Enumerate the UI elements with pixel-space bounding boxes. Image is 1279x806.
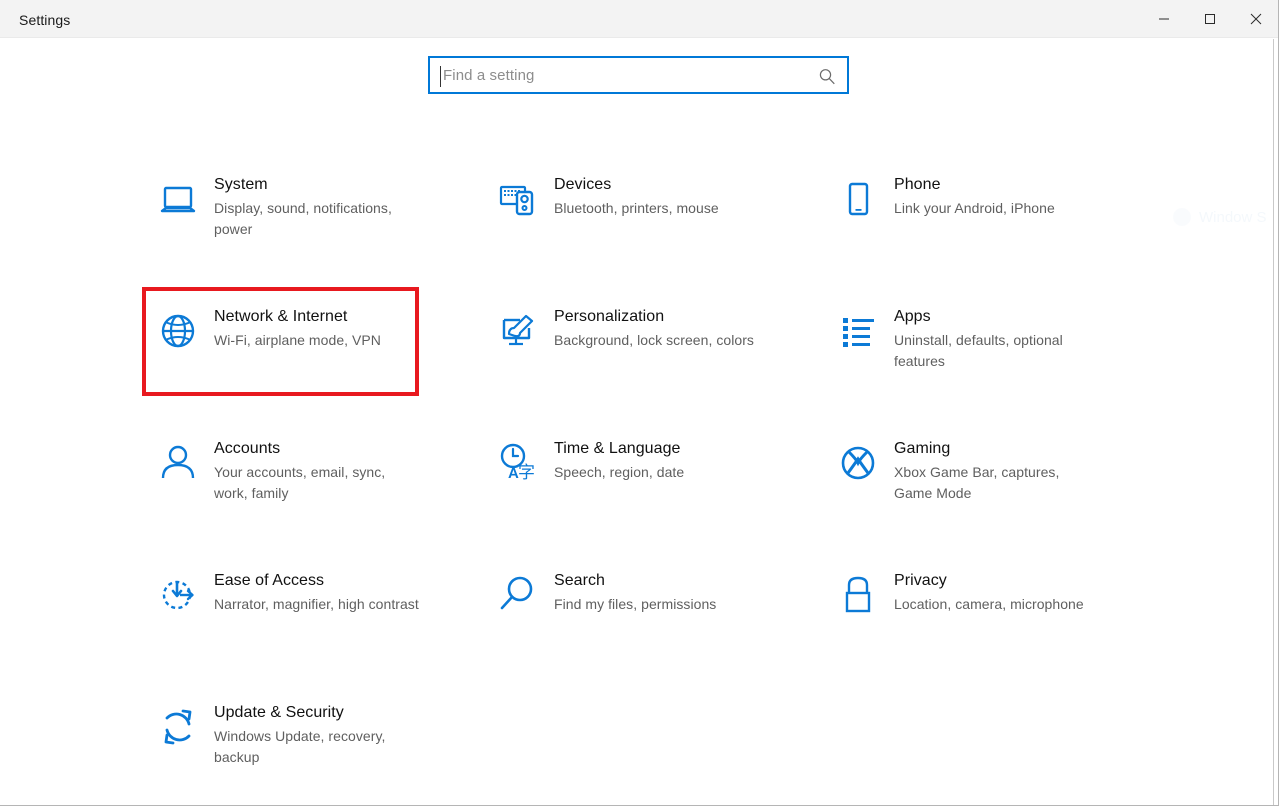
close-icon	[1250, 13, 1262, 25]
tile-text: Devices Bluetooth, printers, mouse	[554, 172, 719, 219]
settings-row: System Display, sound, notifications, po…	[142, 160, 1202, 292]
tile-title: Time & Language	[554, 440, 681, 457]
tile-title: Accounts	[214, 440, 281, 457]
tile-subtitle: Location, camera, microphone	[894, 596, 1084, 612]
ease-of-access-icon	[142, 568, 214, 626]
tile-title: Devices	[554, 176, 612, 193]
tile-title: Network & Internet	[214, 308, 348, 325]
window-scrollbar[interactable]	[1273, 39, 1278, 805]
watermark-text: Window S	[1199, 208, 1267, 226]
tile-subtitle: Link your Android, iPhone	[894, 200, 1055, 216]
tile-subtitle: Wi-Fi, airplane mode, VPN	[214, 332, 381, 348]
settings-row: Network & Internet Wi-Fi, airplane mode,…	[142, 292, 1202, 424]
search-icon[interactable]	[818, 68, 836, 86]
tile-subtitle: Speech, region, date	[554, 464, 685, 480]
tile-subtitle: Narrator, magnifier, high contrast	[214, 596, 419, 612]
search-container[interactable]: Find a setting	[428, 56, 849, 94]
minimize-icon	[1158, 13, 1170, 25]
magnifier-icon	[482, 568, 554, 626]
text-caret	[440, 66, 441, 87]
tile-title: System	[214, 176, 268, 193]
keyboard-mouse-icon	[482, 172, 554, 230]
maximize-icon	[1204, 13, 1216, 25]
settings-window: Settings Find a setting System Display, …	[0, 0, 1279, 806]
tile-text: Network & Internet Wi-Fi, airplane mode,…	[214, 304, 381, 351]
tile-title: Update & Security	[214, 704, 344, 721]
window-controls	[1141, 0, 1278, 38]
window-title: Settings	[19, 12, 71, 28]
tile-text: System Display, sound, notifications, po…	[214, 172, 419, 240]
tile-subtitle: Bluetooth, printers, mouse	[554, 200, 719, 216]
settings-row: Update & Security Windows Update, recove…	[142, 688, 1202, 805]
search-input[interactable]: Find a setting	[428, 56, 849, 94]
tile-time-language[interactable]: A 字 Time & Language Speech, region, date	[482, 424, 822, 556]
tile-title: Ease of Access	[214, 572, 325, 589]
tile-text: Accounts Your accounts, email, sync, wor…	[214, 436, 419, 504]
tile-text: Gaming Xbox Game Bar, captures, Game Mod…	[894, 436, 1099, 504]
tile-title: Privacy	[894, 572, 947, 589]
tile-title: Search	[554, 572, 605, 589]
tile-privacy[interactable]: Privacy Location, camera, microphone	[822, 556, 1162, 688]
tile-system[interactable]: System Display, sound, notifications, po…	[142, 160, 482, 292]
tile-subtitle: Uninstall, defaults, optional features	[894, 332, 1063, 369]
tile-title: Personalization	[554, 308, 665, 325]
brush-monitor-icon	[482, 304, 554, 362]
tile-text: Ease of Access Narrator, magnifier, high…	[214, 568, 419, 615]
tile-title: Apps	[894, 308, 931, 325]
list-icon	[822, 304, 894, 362]
tile-search[interactable]: Search Find my files, permissions	[482, 556, 822, 688]
xbox-icon	[822, 436, 894, 494]
tile-gaming[interactable]: Gaming Xbox Game Bar, captures, Game Mod…	[822, 424, 1162, 556]
tile-text: Privacy Location, camera, microphone	[894, 568, 1084, 615]
tile-text: Phone Link your Android, iPhone	[894, 172, 1055, 219]
laptop-icon	[142, 172, 214, 230]
tile-network-internet[interactable]: Network & Internet Wi-Fi, airplane mode,…	[142, 292, 482, 424]
tile-phone[interactable]: Phone Link your Android, iPhone	[822, 160, 1162, 292]
tile-text: Apps Uninstall, defaults, optional featu…	[894, 304, 1099, 372]
maximize-button[interactable]	[1187, 0, 1233, 38]
tile-subtitle: Windows Update, recovery, backup	[214, 728, 386, 765]
tile-ease-of-access[interactable]: Ease of Access Narrator, magnifier, high…	[142, 556, 482, 688]
tile-text: Personalization Background, lock screen,…	[554, 304, 754, 351]
minimize-button[interactable]	[1141, 0, 1187, 38]
tile-subtitle: Your accounts, email, sync, work, family	[214, 464, 386, 501]
lock-icon	[822, 568, 894, 626]
close-button[interactable]	[1233, 0, 1278, 38]
settings-grid: System Display, sound, notifications, po…	[142, 160, 1202, 805]
tile-accounts[interactable]: Accounts Your accounts, email, sync, wor…	[142, 424, 482, 556]
tile-apps[interactable]: Apps Uninstall, defaults, optional featu…	[822, 292, 1162, 424]
settings-row: Accounts Your accounts, email, sync, wor…	[142, 424, 1202, 556]
clock-language-icon: A 字	[482, 436, 554, 494]
search-placeholder: Find a setting	[443, 67, 535, 84]
tile-personalization[interactable]: Personalization Background, lock screen,…	[482, 292, 822, 424]
settings-row: Ease of Access Narrator, magnifier, high…	[142, 556, 1202, 688]
svg-text:字: 字	[518, 463, 535, 483]
sync-icon	[142, 700, 214, 758]
phone-icon	[822, 172, 894, 230]
tile-text: Search Find my files, permissions	[554, 568, 716, 615]
tile-text: Time & Language Speech, region, date	[554, 436, 684, 483]
tile-title: Phone	[894, 176, 941, 193]
tile-subtitle: Xbox Game Bar, captures, Game Mode	[894, 464, 1060, 501]
tile-subtitle: Background, lock screen, colors	[554, 332, 754, 348]
title-bar: Settings	[0, 0, 1278, 38]
tile-devices[interactable]: Devices Bluetooth, printers, mouse	[482, 160, 822, 292]
tile-title: Gaming	[894, 440, 951, 457]
tile-update-security[interactable]: Update & Security Windows Update, recove…	[142, 688, 482, 805]
tile-text: Update & Security Windows Update, recove…	[214, 700, 419, 768]
person-icon	[142, 436, 214, 494]
globe-icon	[142, 304, 214, 362]
tile-subtitle: Display, sound, notifications, power	[214, 200, 392, 237]
tile-subtitle: Find my files, permissions	[554, 596, 717, 612]
